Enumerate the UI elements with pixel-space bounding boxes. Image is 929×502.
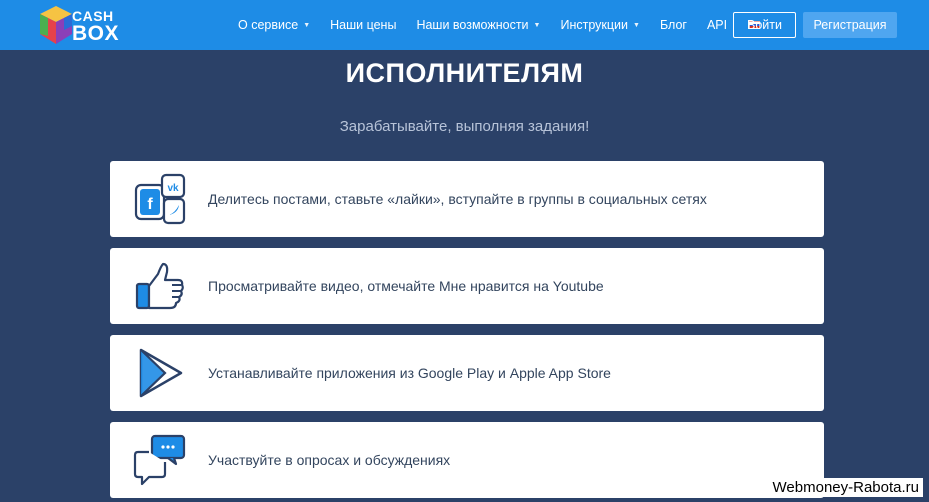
feature-text: Участвуйте в опросах и обсуждениях — [208, 452, 451, 468]
nav-label: Наши возможности — [416, 18, 529, 32]
feature-card-apps: Устанавливайте приложения из Google Play… — [110, 335, 824, 411]
top-navigation-bar: CASH BOX О сервисе ▼ Наши цены Наши возм… — [0, 0, 929, 50]
chevron-down-icon: ▼ — [533, 21, 541, 29]
cashbox-logo[interactable]: CASH BOX — [36, 4, 126, 48]
nav-label: О сервисе — [238, 18, 299, 32]
nav-item-instructions[interactable]: Инструкции ▼ — [560, 18, 639, 32]
watermark: Webmoney-Rabota.ru — [768, 478, 923, 497]
nav-item-blog[interactable]: Блог — [660, 18, 687, 32]
play-store-icon — [132, 345, 188, 401]
login-button[interactable]: Войти — [733, 12, 796, 38]
thumbs-up-icon — [132, 258, 188, 314]
nav-label: Наши цены — [330, 18, 397, 32]
feature-card-social: f vk Делитесь постами, ставьте «лайки», … — [110, 161, 824, 237]
main-nav: О сервисе ▼ Наши цены Наши возможности ▼… — [228, 0, 772, 50]
cube-logo-icon — [40, 6, 72, 44]
nav-label: Инструкции — [560, 18, 629, 32]
feature-card-polls: Участвуйте в опросах и обсуждениях — [110, 422, 824, 498]
feature-text: Устанавливайте приложения из Google Play… — [208, 365, 611, 381]
feature-text: Делитесь постами, ставьте «лайки», вступ… — [208, 191, 707, 207]
nav-item-about[interactable]: О сервисе ▼ — [238, 18, 310, 32]
logo-wordmark: CASH BOX — [72, 9, 119, 44]
nav-item-features[interactable]: Наши возможности ▼ — [416, 18, 540, 32]
nav-item-api[interactable]: API — [707, 18, 727, 32]
logo-line-2: BOX — [72, 22, 120, 45]
logo-line-1: CASH — [72, 8, 114, 24]
svg-text:vk: vk — [167, 183, 179, 194]
feature-card-video: Просматривайте видео, отмечайте Мне нрав… — [110, 248, 824, 324]
chat-bubbles-icon — [132, 432, 188, 488]
nav-label: API — [706, 18, 728, 32]
feature-text: Просматривайте видео, отмечайте Мне нрав… — [208, 278, 604, 294]
social-networks-icon: f vk — [132, 171, 188, 227]
register-button[interactable]: Регистрация — [803, 12, 897, 38]
chevron-down-icon: ▼ — [633, 21, 640, 29]
nav-label: Блог — [659, 18, 687, 32]
page-title: ИСПОЛНИТЕЛЯМ — [345, 58, 584, 88]
page-subtitle: Зарабатывайте, выполняя задания! — [339, 118, 590, 135]
chevron-down-icon: ▼ — [303, 21, 311, 29]
nav-item-prices[interactable]: Наши цены — [330, 18, 396, 32]
svg-text:f: f — [147, 196, 153, 213]
